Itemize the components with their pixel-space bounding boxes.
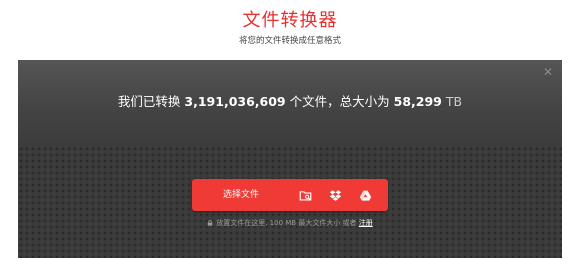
lock-icon xyxy=(207,220,213,226)
stats-prefix: 我们已转换 xyxy=(117,94,181,109)
dropbox-button[interactable] xyxy=(320,179,350,211)
close-icon[interactable]: ✕ xyxy=(542,66,554,78)
page-title: 文件转换器 xyxy=(242,10,338,31)
choose-files-button[interactable]: 选择文件 xyxy=(192,179,290,211)
stats-total-size: 58,299 xyxy=(393,94,442,109)
stats-unit: TB xyxy=(445,94,463,109)
folder-search-button[interactable] xyxy=(290,179,320,211)
conversion-stats: 我们已转换 3,191,036,609 个文件，总大小为 58,299 TB xyxy=(18,93,562,111)
stats-files-count: 3,191,036,609 xyxy=(184,94,286,109)
stats-mid: 个文件，总大小为 xyxy=(289,94,390,109)
dropbox-icon xyxy=(329,189,341,201)
folder-search-icon xyxy=(299,190,311,201)
converter-panel: ✕ 我们已转换 3,191,036,609 个文件，总大小为 58,299 TB… xyxy=(18,60,562,258)
google-drive-icon xyxy=(359,190,371,201)
register-link[interactable]: 注册 xyxy=(359,219,373,227)
hint-text: 放置文件在这里. 100 MB 最大文件大小 或者 xyxy=(216,219,357,227)
page-subtitle: 将您的文件转换成任意格式 xyxy=(238,36,341,46)
upload-bar: 选择文件 xyxy=(192,179,388,211)
google-drive-button[interactable] xyxy=(350,179,380,211)
upload-hint: 放置文件在这里. 100 MB 最大文件大小 或者 注册 xyxy=(18,218,562,228)
